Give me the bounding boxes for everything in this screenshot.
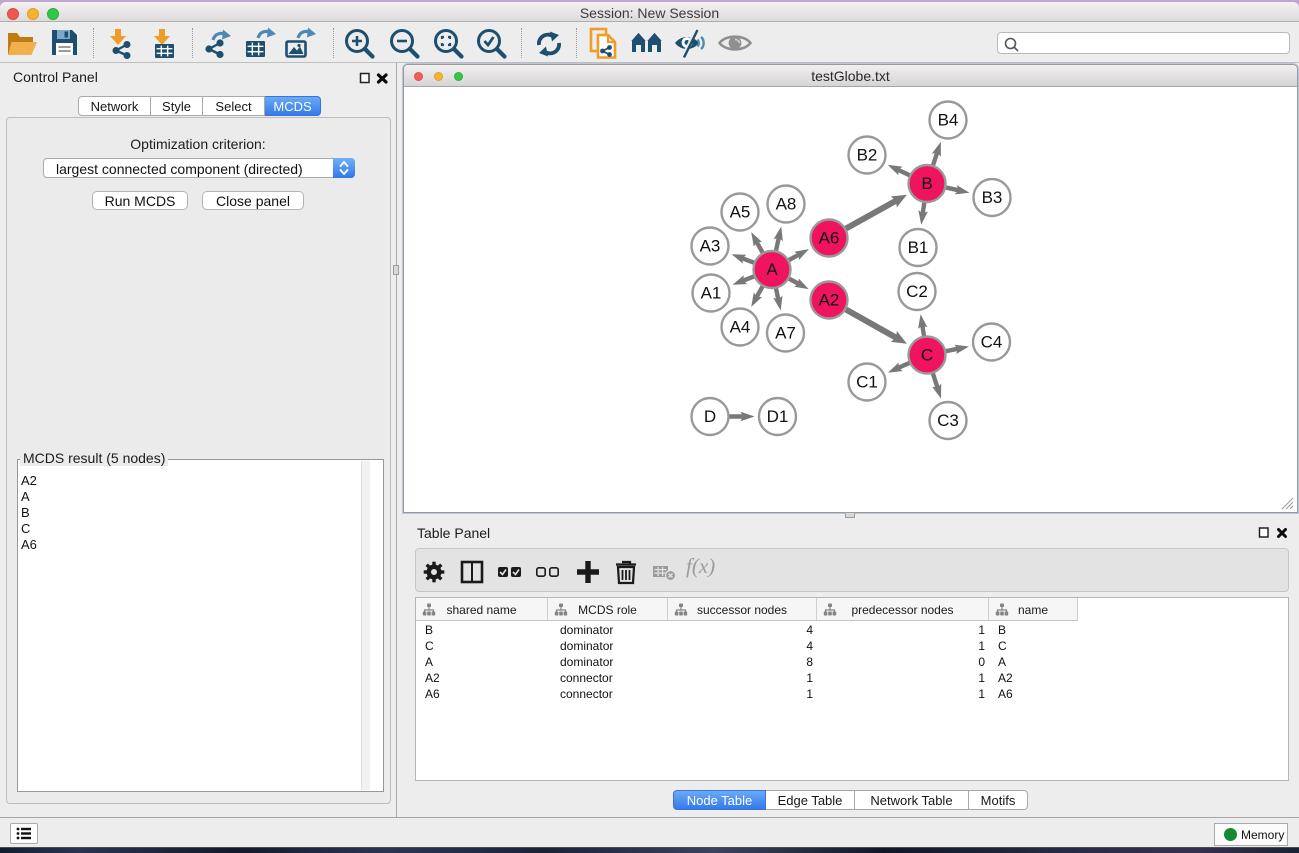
svg-text:A: A — [766, 260, 778, 279]
svg-text:A2: A2 — [819, 291, 840, 310]
svg-text:A4: A4 — [730, 318, 751, 337]
svg-text:B1: B1 — [908, 238, 929, 257]
svg-text:A5: A5 — [730, 203, 751, 222]
svg-text:C3: C3 — [937, 411, 959, 430]
svg-text:D1: D1 — [767, 407, 789, 426]
svg-text:B: B — [921, 174, 932, 193]
svg-text:C1: C1 — [856, 373, 878, 392]
svg-text:B4: B4 — [938, 111, 959, 130]
svg-text:A3: A3 — [700, 237, 721, 256]
svg-text:A7: A7 — [775, 324, 796, 343]
svg-text:B3: B3 — [982, 188, 1003, 207]
svg-text:A6: A6 — [819, 229, 840, 248]
svg-text:A1: A1 — [701, 284, 722, 303]
svg-text:C2: C2 — [906, 282, 928, 301]
svg-text:C: C — [921, 346, 933, 365]
svg-text:B2: B2 — [857, 146, 878, 165]
svg-text:D: D — [704, 407, 716, 426]
svg-text:A8: A8 — [776, 195, 797, 214]
svg-text:C4: C4 — [981, 333, 1003, 352]
